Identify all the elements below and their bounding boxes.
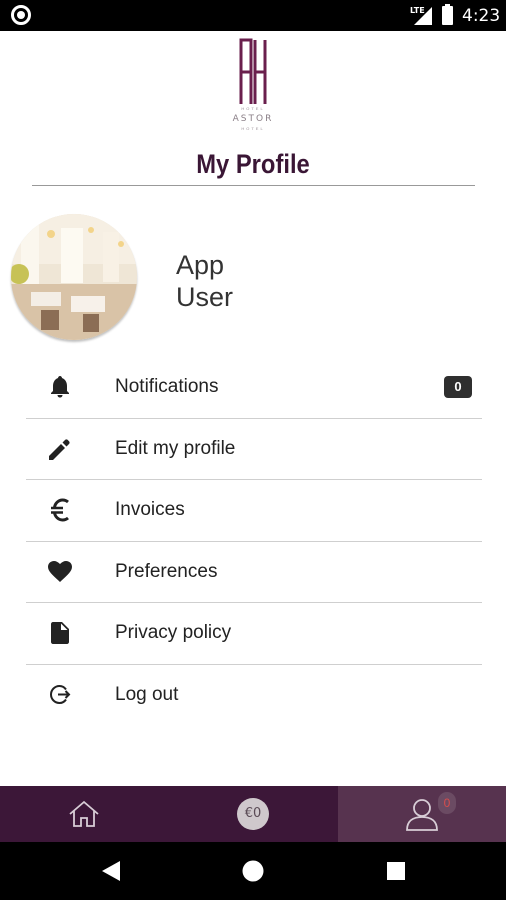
heart-icon <box>48 560 72 584</box>
avatar-photo <box>11 214 137 340</box>
menu-item-log-out[interactable]: Log out <box>26 665 482 727</box>
signal-icon <box>414 7 432 25</box>
document-icon <box>48 621 72 645</box>
wallet-icon: €0 <box>237 798 269 830</box>
menu-item-invoices[interactable]: Invoices <box>26 480 482 542</box>
user-name: App User <box>176 249 233 313</box>
home-circle-icon <box>242 860 264 882</box>
logo-monogram-icon <box>239 38 267 104</box>
back-icon <box>102 861 120 881</box>
home-icon <box>69 800 99 827</box>
battery-icon <box>442 4 453 25</box>
menu-label-notifications: Notifications <box>115 376 219 398</box>
back-button[interactable] <box>81 842 141 900</box>
recents-icon <box>387 862 405 880</box>
bottom-navigation: €0 0 <box>0 786 506 842</box>
menu-label-log-out: Log out <box>115 684 179 706</box>
profile-icon <box>406 799 438 831</box>
user-first-name: App <box>176 250 225 280</box>
menu-label-invoices: Invoices <box>115 499 185 521</box>
bell-icon <box>48 375 72 399</box>
pencil-icon <box>48 437 72 461</box>
euro-icon <box>48 498 72 522</box>
menu-item-edit-profile[interactable]: Edit my profile <box>26 419 482 480</box>
system-navigation-bar <box>0 842 506 900</box>
logo-bottom-line: HOTEL <box>241 126 265 131</box>
hotel-logo: HOTEL ASTOR HOTEL <box>0 36 506 136</box>
menu-item-privacy-policy[interactable]: Privacy policy <box>26 603 482 665</box>
notifications-count-badge: 0 <box>444 376 472 399</box>
home-button[interactable] <box>223 842 283 900</box>
logo-top-line: HOTEL <box>241 106 265 111</box>
profile-menu: Notifications 0 Edit my profile Invoices… <box>26 357 482 726</box>
tab-home[interactable] <box>0 786 168 842</box>
recents-button[interactable] <box>366 842 426 900</box>
status-time: 4:23 <box>462 6 501 26</box>
menu-label-preferences: Preferences <box>115 560 218 582</box>
tab-wallet[interactable]: €0 <box>169 786 337 842</box>
logo-name: ASTOR <box>232 114 274 124</box>
tab-profile[interactable]: 0 <box>338 786 506 842</box>
record-icon <box>11 5 31 25</box>
menu-label-privacy-policy: Privacy policy <box>115 622 232 644</box>
logout-icon <box>48 683 72 707</box>
menu-label-edit-profile: Edit my profile <box>115 437 236 459</box>
title-divider <box>32 185 475 186</box>
menu-item-notifications[interactable]: Notifications 0 <box>26 357 482 419</box>
user-last-name: User <box>176 282 234 312</box>
profile-notification-badge: 0 <box>438 792 456 814</box>
page-title: My Profile <box>196 149 310 179</box>
status-bar: LTE 4:23 <box>0 0 506 31</box>
avatar[interactable] <box>11 214 137 340</box>
menu-item-preferences[interactable]: Preferences <box>26 542 482 603</box>
